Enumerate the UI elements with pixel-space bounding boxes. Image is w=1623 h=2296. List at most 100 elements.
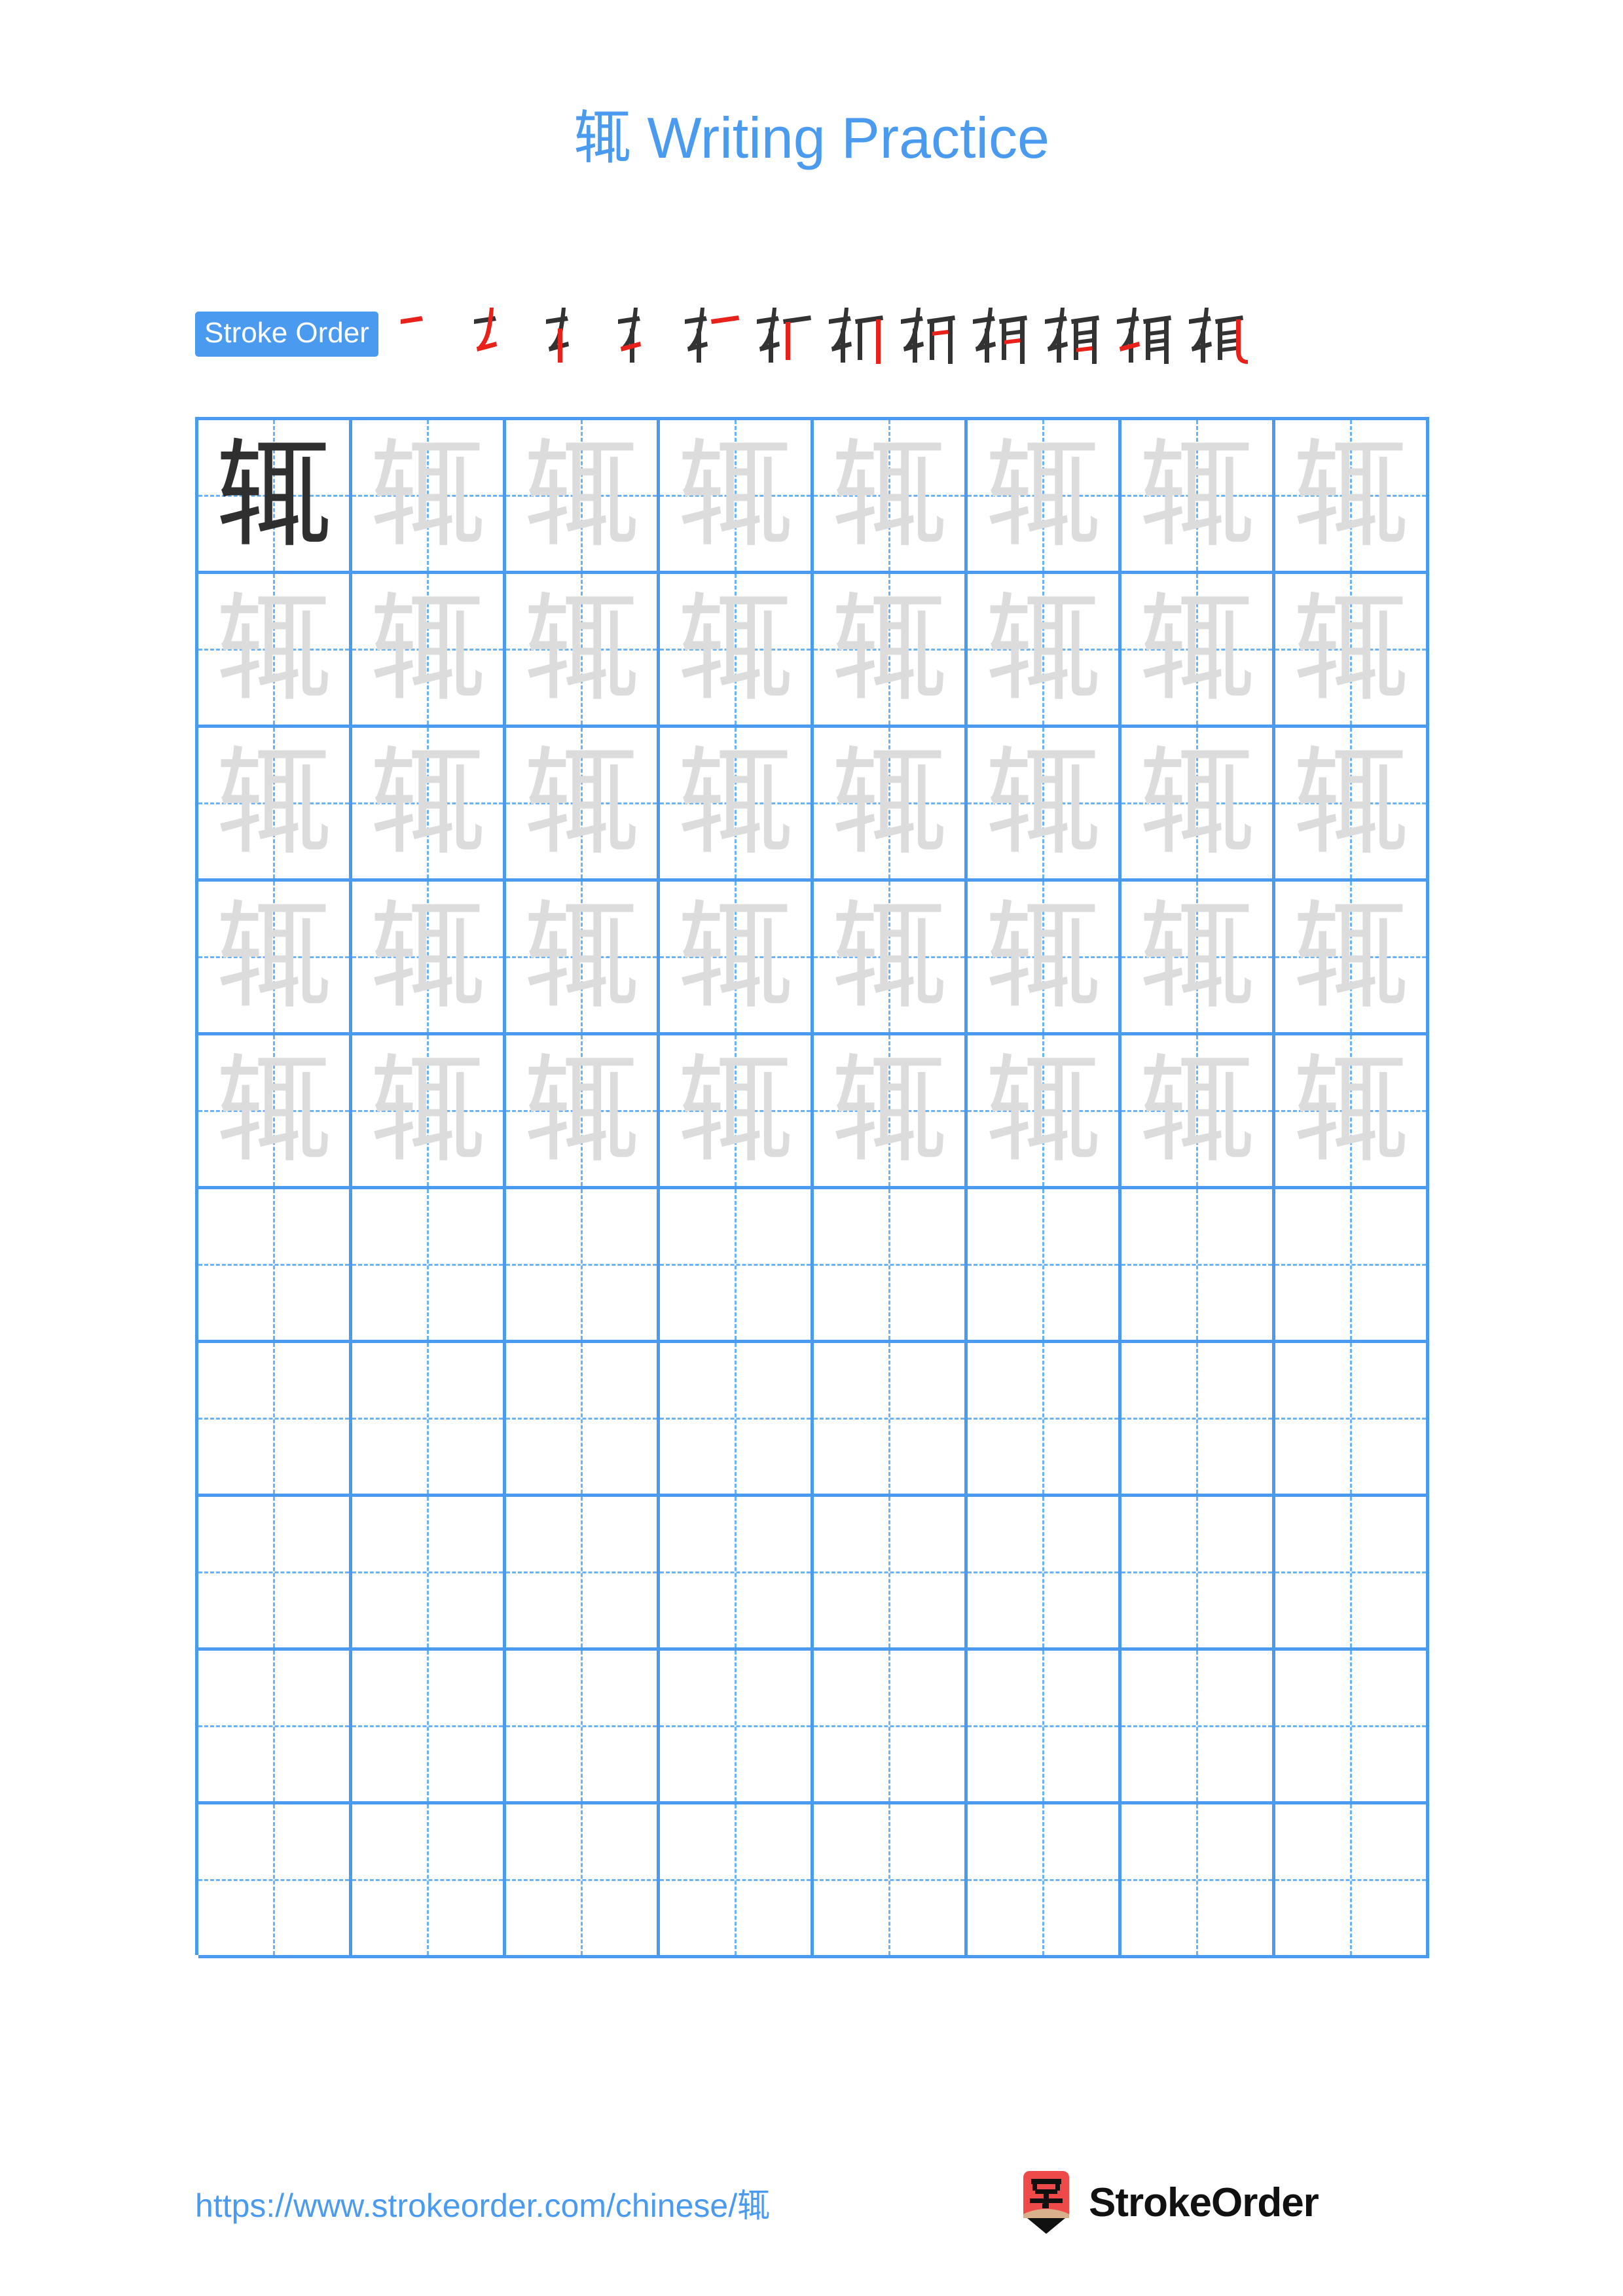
practice-grid-cell[interactable] [968,1651,1122,1801]
footer-url[interactable]: https://www.strokeorder.com/chinese/辄 [195,2179,770,2227]
practice-grid-cell[interactable] [968,1343,1122,1494]
practice-grid-cell[interactable] [1122,1189,1275,1340]
practice-grid-cell[interactable]: 辄 [1275,574,1429,725]
practice-grid-cell[interactable]: 辄 [506,882,660,1032]
stroke-step-11 [1108,302,1180,365]
practice-grid-cell[interactable]: 辄 [968,728,1122,878]
practice-grid-cell[interactable] [1122,1651,1275,1801]
practice-grid-cell[interactable]: 辄 [968,574,1122,725]
practice-character-trace: 辄 [677,735,793,870]
brand-name: StrokeOrder [1089,2179,1319,2225]
practice-grid-cell[interactable]: 辄 [814,420,968,571]
practice-grid-cell[interactable] [968,1497,1122,1647]
practice-grid-cell[interactable] [506,1343,660,1494]
practice-grid-cell[interactable]: 辄 [1122,882,1275,1032]
stroke-step-6 [748,302,820,365]
practice-grid-cell[interactable]: 辄 [968,882,1122,1032]
practice-grid-cell[interactable]: 辄 [198,574,352,725]
practice-grid-cell[interactable] [1122,1343,1275,1494]
practice-grid-cell[interactable] [660,1189,814,1340]
practice-grid-cell[interactable] [1122,1497,1275,1647]
practice-grid-cell[interactable] [198,1651,352,1801]
practice-grid-cell[interactable]: 辄 [198,1035,352,1186]
practice-grid-cell[interactable]: 辄 [660,420,814,571]
practice-grid-cell[interactable]: 辄 [1275,1035,1429,1186]
stroke-step-7 [820,302,892,365]
practice-grid-cell[interactable]: 辄 [506,420,660,571]
practice-character-trace: 辄 [1292,581,1409,717]
practice-grid-cell[interactable]: 辄 [198,882,352,1032]
practice-grid-cell[interactable]: 辄 [506,1035,660,1186]
practice-grid-cell[interactable] [506,1804,660,1955]
practice-grid-row [198,1651,1429,1804]
practice-grid-cell[interactable] [660,1804,814,1955]
practice-grid-cell[interactable] [352,1651,506,1801]
practice-character-trace: 辄 [831,889,947,1024]
practice-grid-cell[interactable]: 辄 [968,420,1122,571]
footer-brand: StrokeOrder [1018,2166,1319,2238]
practice-grid-cell[interactable] [968,1189,1122,1340]
practice-grid-cell[interactable]: 辄 [506,574,660,725]
practice-grid-cell[interactable]: 辄 [198,420,352,571]
practice-grid-cell[interactable] [814,1651,968,1801]
practice-grid-cell[interactable]: 辄 [352,420,506,571]
practice-grid-cell[interactable] [814,1189,968,1340]
practice-grid-cell[interactable]: 辄 [814,882,968,1032]
practice-grid-cell[interactable]: 辄 [506,728,660,878]
practice-grid-cell[interactable] [352,1189,506,1340]
practice-grid-cell[interactable] [1122,1804,1275,1955]
practice-grid-cell[interactable] [814,1343,968,1494]
practice-grid-cell[interactable]: 辄 [352,574,506,725]
practice-character-trace: 辄 [215,1043,332,1178]
practice-grid-cell[interactable]: 辄 [660,882,814,1032]
practice-grid-cell[interactable] [1275,1189,1429,1340]
stroke-step-10 [1036,302,1108,365]
practice-grid-cell[interactable]: 辄 [1122,420,1275,571]
practice-character-trace: 辄 [1292,889,1409,1024]
practice-grid-cell[interactable] [198,1189,352,1340]
practice-grid-cell[interactable] [1275,1343,1429,1494]
practice-grid-cell[interactable] [352,1497,506,1647]
stroke-step-12 [1180,302,1252,365]
practice-grid-cell[interactable]: 辄 [198,728,352,878]
practice-grid-cell[interactable] [506,1189,660,1340]
practice-grid-cell[interactable]: 辄 [1122,728,1275,878]
stroke-order-section: Stroke Order [195,306,1252,364]
practice-grid-cell[interactable]: 辄 [660,728,814,878]
practice-grid-cell[interactable] [506,1651,660,1801]
practice-grid-cell[interactable] [352,1343,506,1494]
practice-grid-cell[interactable]: 辄 [814,728,968,878]
practice-grid-cell[interactable] [814,1497,968,1647]
practice-character-trace: 辄 [369,1043,486,1178]
practice-grid-cell[interactable]: 辄 [352,1035,506,1186]
practice-grid-cell[interactable]: 辄 [660,1035,814,1186]
practice-grid-cell[interactable]: 辄 [352,882,506,1032]
practice-grid-cell[interactable] [506,1497,660,1647]
practice-grid-cell[interactable]: 辄 [352,728,506,878]
practice-grid-cell[interactable] [352,1804,506,1955]
practice-character-trace: 辄 [831,581,947,717]
practice-grid-cell[interactable] [198,1497,352,1647]
practice-grid-cell[interactable]: 辄 [814,574,968,725]
practice-grid-cell[interactable]: 辄 [1122,574,1275,725]
practice-grid-cell[interactable] [1275,1804,1429,1955]
practice-grid-cell[interactable]: 辄 [1275,728,1429,878]
practice-grid-cell[interactable]: 辄 [814,1035,968,1186]
practice-grid-cell[interactable] [968,1804,1122,1955]
practice-grid-cell[interactable] [660,1497,814,1647]
practice-grid-cell[interactable] [1275,1651,1429,1801]
practice-character-trace: 辄 [985,427,1101,563]
practice-grid-cell[interactable]: 辄 [968,1035,1122,1186]
practice-grid-cell[interactable] [1275,1497,1429,1647]
practice-grid-cell[interactable] [660,1343,814,1494]
practice-grid-cell[interactable]: 辄 [660,574,814,725]
practice-grid-cell[interactable]: 辄 [1275,882,1429,1032]
practice-grid-cell[interactable] [814,1804,968,1955]
practice-grid-cell[interactable] [198,1804,352,1955]
practice-grid-cell[interactable]: 辄 [1275,420,1429,571]
practice-character-trace: 辄 [677,427,793,563]
stroke-order-sequence [388,302,1252,365]
practice-grid-cell[interactable] [198,1343,352,1494]
practice-grid-cell[interactable] [660,1651,814,1801]
practice-grid-cell[interactable]: 辄 [1122,1035,1275,1186]
